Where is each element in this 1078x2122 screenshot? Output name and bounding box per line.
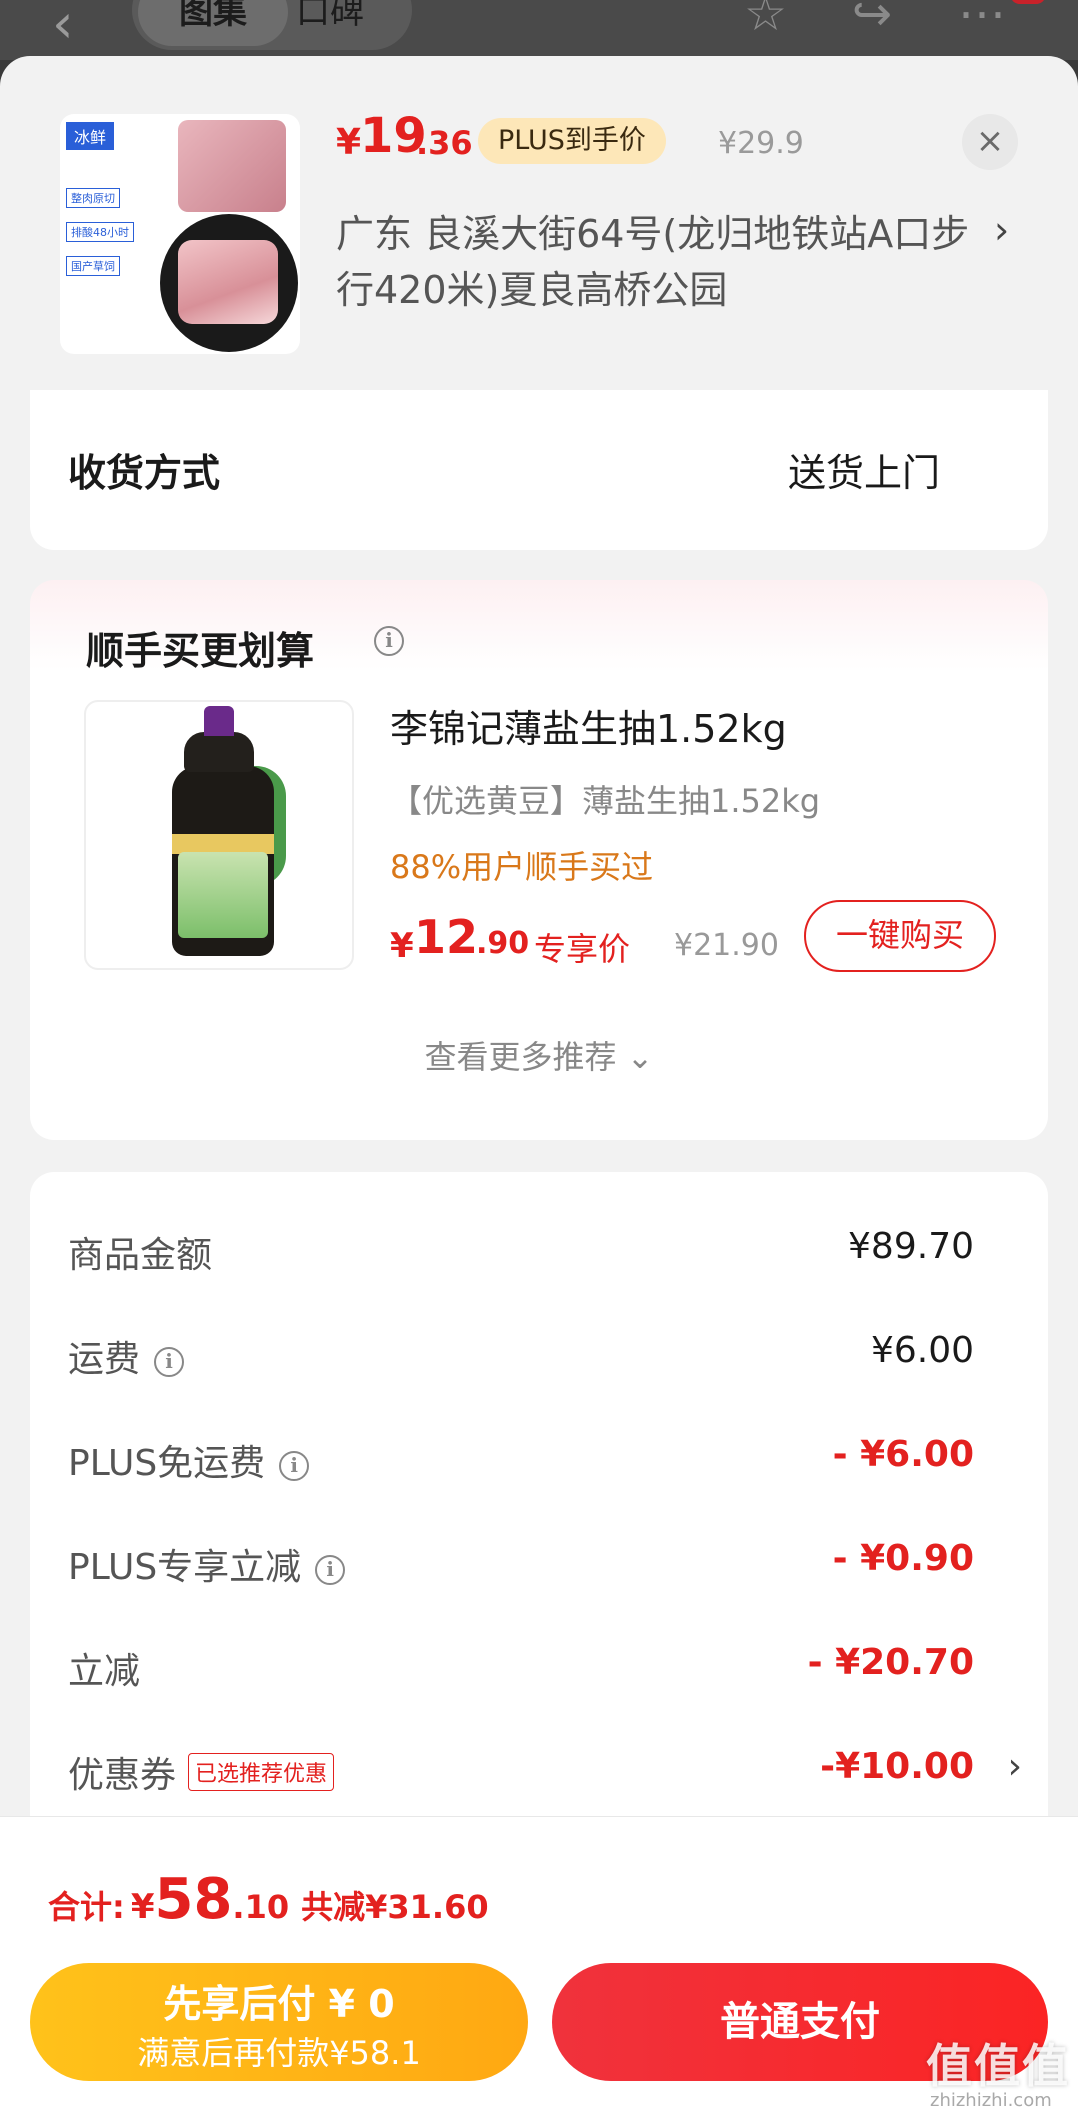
meat-image	[178, 240, 278, 324]
info-icon[interactable]: i	[154, 1347, 185, 1377]
summary-value: ¥89.70	[848, 1226, 974, 1267]
summary-label: 商品金额	[68, 1235, 213, 1276]
product-thumbnail: 冰鲜 整肉原切 排酸48小时 国产草饲	[60, 114, 300, 354]
star-icon[interactable]: ☆	[744, 0, 787, 42]
delivery-method-value: 送货上门	[788, 451, 941, 495]
recommend-price-decimal: .90	[476, 926, 530, 961]
exclusive-price-tag: 专享价	[534, 930, 631, 968]
recommend-price-integer: 12	[414, 910, 479, 964]
recommend-product-desc: 【优选黄豆】薄盐生抽1.52kg	[390, 782, 821, 820]
delivery-address[interactable]: 广东 良溪大街64号(龙归地铁站A口步行420米)夏良高桥公园	[336, 206, 976, 318]
total-integer: 58	[154, 1867, 233, 1932]
summary-value: - ¥6.00	[832, 1434, 974, 1475]
summary-label: 运费	[68, 1339, 141, 1380]
recommend-product-name[interactable]: 李锦记薄盐生抽1.52kg	[390, 698, 787, 753]
summary-row-plus-free-shipping: PLUS免运费 i - ¥6.00	[68, 1434, 1028, 1494]
total-label: 合计:	[48, 1888, 125, 1926]
summary-row-shipping: 运费 i ¥6.00	[68, 1330, 1028, 1390]
delivery-method-label: 收货方式	[68, 451, 221, 495]
total-currency: ¥	[130, 1887, 155, 1927]
recommend-original-price: ¥21.90	[674, 928, 779, 963]
summary-row-instant-discount: 立减 - ¥20.70	[68, 1642, 1028, 1702]
pay-later-title: 先享后付 ¥ 0	[163, 1982, 395, 2026]
meat-package-image	[178, 120, 286, 212]
checkout-footer: 合计: ¥58.10 共减¥31.60 先享后付 ¥ 0 满意后再付款¥58.1 普…	[0, 1816, 1078, 2122]
feature-tag: 排酸48小时	[66, 222, 134, 242]
total-decimal: .10	[232, 1888, 290, 1926]
feature-tag: 整肉原切	[66, 188, 120, 208]
chevron-right-icon[interactable]: ›	[1008, 1746, 1022, 1787]
more-icon[interactable]: ⋯	[958, 0, 1006, 42]
summary-row-subtotal: 商品金额 ¥89.70	[68, 1226, 1028, 1286]
recommend-product-stat: 88%用户顺手买过	[390, 848, 654, 886]
price-currency: ¥	[336, 122, 362, 163]
delivery-method-card[interactable]: 收货方式 送货上门	[30, 390, 1048, 550]
pay-later-subtitle: 满意后再付款¥58.1	[137, 2034, 421, 2072]
summary-label: PLUS专享立减	[68, 1547, 302, 1588]
coupon-recommended-tag: 已选推荐优惠	[188, 1753, 335, 1791]
summary-value: - ¥0.90	[832, 1538, 974, 1579]
plus-price-tag: PLUS到手价	[478, 118, 666, 164]
feature-tag: 国产草饲	[66, 256, 120, 276]
info-icon[interactable]: i	[315, 1555, 346, 1585]
recommendation-title: 顺手买更划算	[86, 629, 315, 673]
summary-value: ¥6.00	[870, 1330, 974, 1371]
soy-sauce-image[interactable]	[84, 700, 354, 970]
bottle-label-shape	[178, 852, 268, 938]
one-click-buy-button[interactable]: 一键购买	[804, 900, 996, 972]
pay-later-button[interactable]: 先享后付 ¥ 0 满意后再付款¥58.1	[30, 1963, 528, 2081]
summary-row-coupon[interactable]: 优惠券 已选推荐优惠 -¥10.00 ›	[68, 1746, 1028, 1806]
checkout-sheet: 冰鲜 整肉原切 排酸48小时 国产草饲 ¥ 19 .36 PLUS到手价 ¥29…	[0, 56, 1078, 2122]
back-icon[interactable]: ‹	[52, 0, 74, 55]
watermark: 值值值	[926, 2039, 1070, 2093]
close-button[interactable]: ×	[962, 114, 1018, 170]
info-icon[interactable]: i	[374, 626, 404, 656]
total-discount: 共减¥31.60	[301, 1888, 489, 1926]
bottle-band-shape	[172, 834, 274, 854]
tab-reviews[interactable]: 口碑	[296, 0, 364, 44]
summary-label: 优惠券	[68, 1755, 177, 1796]
recommendation-card: 顺手买更划算 i 李锦记薄盐生抽1.52kg 【优选黄豆】薄盐生抽1.52kg …	[30, 580, 1048, 1140]
price-decimal: .36	[416, 124, 473, 162]
watermark-url: zhizhizhi.com	[930, 2090, 1052, 2111]
tab-gallery[interactable]: 图集	[138, 0, 288, 46]
summary-row-plus-discount: PLUS专享立减 i - ¥0.90	[68, 1538, 1028, 1598]
original-price: ¥29.9	[718, 126, 804, 161]
chevron-right-icon[interactable]: ›	[994, 208, 1009, 252]
bottle-neck-shape	[184, 732, 254, 772]
order-total: 合计: ¥58.10 共减¥31.60	[48, 1867, 489, 1932]
chilled-tag: 冰鲜	[66, 122, 115, 150]
summary-value: - ¥20.70	[807, 1642, 974, 1683]
share-icon[interactable]: ↪	[852, 0, 892, 42]
summary-value: -¥10.00	[820, 1746, 974, 1787]
info-icon[interactable]: i	[279, 1451, 310, 1481]
summary-label: 立减	[68, 1651, 141, 1692]
recommend-price-currency: ¥	[390, 926, 414, 966]
see-more-recommendations[interactable]: 查看更多推荐 ⌄	[30, 1032, 1048, 1078]
bottle-cap-shape	[204, 706, 234, 736]
summary-label: PLUS免运费	[68, 1443, 266, 1484]
